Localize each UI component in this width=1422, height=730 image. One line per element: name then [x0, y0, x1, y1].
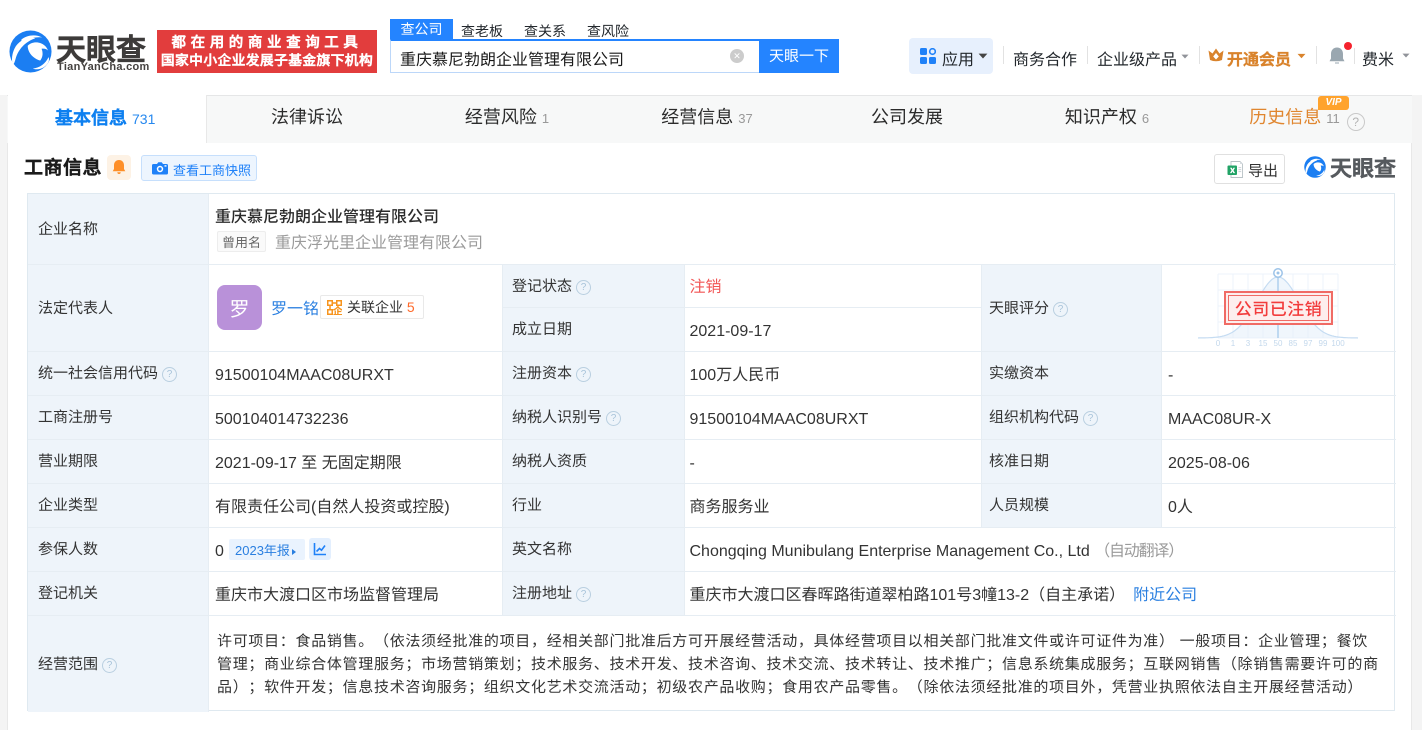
- svg-text:50: 50: [1274, 339, 1283, 348]
- svg-text:1: 1: [1231, 339, 1236, 348]
- svg-text:0: 0: [1216, 339, 1221, 348]
- svg-text:100: 100: [1331, 339, 1345, 348]
- svg-text:企: 企: [332, 303, 342, 315]
- svg-text:99: 99: [1319, 339, 1328, 348]
- svg-text:15: 15: [1259, 339, 1268, 348]
- svg-text:97: 97: [1304, 339, 1313, 348]
- svg-text:3: 3: [1246, 339, 1251, 348]
- svg-text:85: 85: [1289, 339, 1298, 348]
